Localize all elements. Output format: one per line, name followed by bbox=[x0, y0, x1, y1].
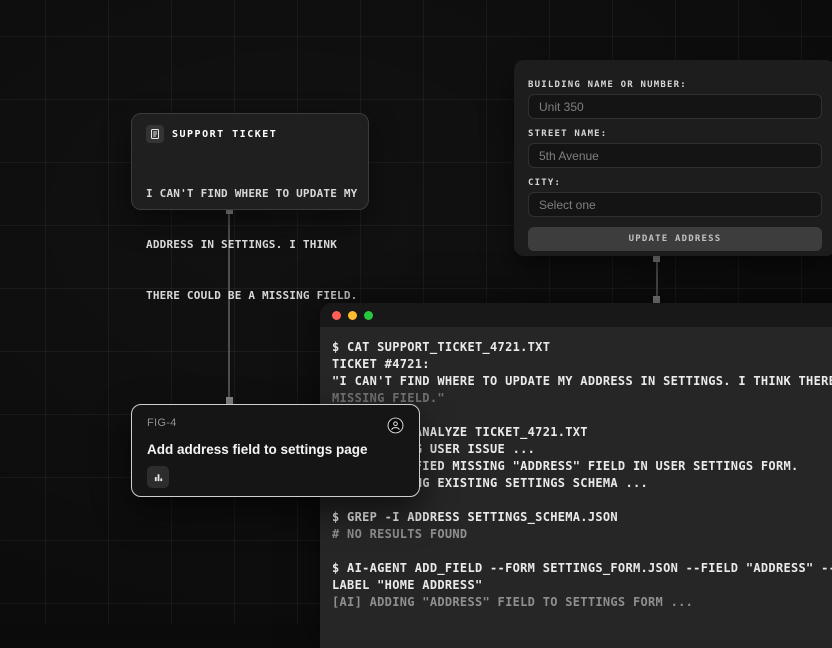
connector-handle[interactable] bbox=[653, 296, 660, 303]
street-input[interactable] bbox=[528, 143, 822, 168]
support-ticket-body-line: I CAN'T FIND WHERE TO UPDATE MY bbox=[146, 187, 358, 200]
bar-chart-icon bbox=[147, 466, 169, 488]
support-ticket-card[interactable]: SUPPORT TICKET I CAN'T FIND WHERE TO UPD… bbox=[131, 113, 369, 302]
connector-handle[interactable] bbox=[226, 397, 233, 404]
minimize-button[interactable] bbox=[348, 310, 357, 320]
city-label: CITY: bbox=[528, 178, 562, 188]
connector-handle[interactable] bbox=[653, 255, 660, 262]
building-label: BUILDING NAME OR NUMBER: bbox=[528, 80, 687, 90]
building-input[interactable] bbox=[528, 94, 822, 119]
support-ticket-body-line: THERE COULD BE A MISSING FIELD. bbox=[146, 289, 358, 302]
close-button[interactable] bbox=[332, 310, 341, 320]
ticket-icon bbox=[146, 125, 164, 143]
terminal-line: # NO RESULTS FOUND bbox=[332, 527, 468, 541]
support-ticket-title: SUPPORT TICKET bbox=[172, 128, 278, 140]
fig-label: FIG-4 bbox=[147, 417, 177, 429]
node-canvas[interactable]: SUPPORT TICKET I CAN'T FIND WHERE TO UPD… bbox=[0, 0, 832, 648]
terminal-line: $ GREP -I ADDRESS SETTINGS_SCHEMA.JSON bbox=[332, 510, 618, 524]
terminal-line: [AI] ADDING "ADDRESS" FIELD TO SETTINGS … bbox=[332, 595, 694, 609]
zoom-button[interactable] bbox=[364, 310, 373, 320]
support-ticket-body-line: ADDRESS IN SETTINGS. I THINK bbox=[146, 238, 338, 251]
terminal-line: LABEL "HOME ADDRESS" bbox=[332, 578, 483, 592]
terminal-line: "I CAN'T FIND WHERE TO UPDATE MY ADDRESS… bbox=[332, 374, 832, 388]
street-label: STREET NAME: bbox=[528, 129, 608, 139]
terminal-line: $ CAT SUPPORT_TICKET_4721.TXT bbox=[332, 340, 551, 354]
address-form-panel: BUILDING NAME OR NUMBER: STREET NAME: CI… bbox=[514, 60, 832, 256]
person-icon bbox=[387, 417, 404, 439]
city-select[interactable] bbox=[528, 192, 822, 217]
fig-card[interactable]: FIG-4 Add address field to settings page bbox=[131, 404, 420, 497]
fig-title: Add address field to settings page bbox=[147, 442, 368, 457]
terminal-line: TICKET #4721: bbox=[332, 357, 430, 371]
support-ticket-header: SUPPORT TICKET bbox=[146, 125, 354, 143]
terminal-titlebar[interactable] bbox=[320, 303, 832, 327]
update-address-button[interactable]: UPDATE ADDRESS bbox=[528, 227, 822, 251]
terminal-line: $ AI-AGENT ADD_FIELD --FORM SETTINGS_FOR… bbox=[332, 561, 832, 575]
